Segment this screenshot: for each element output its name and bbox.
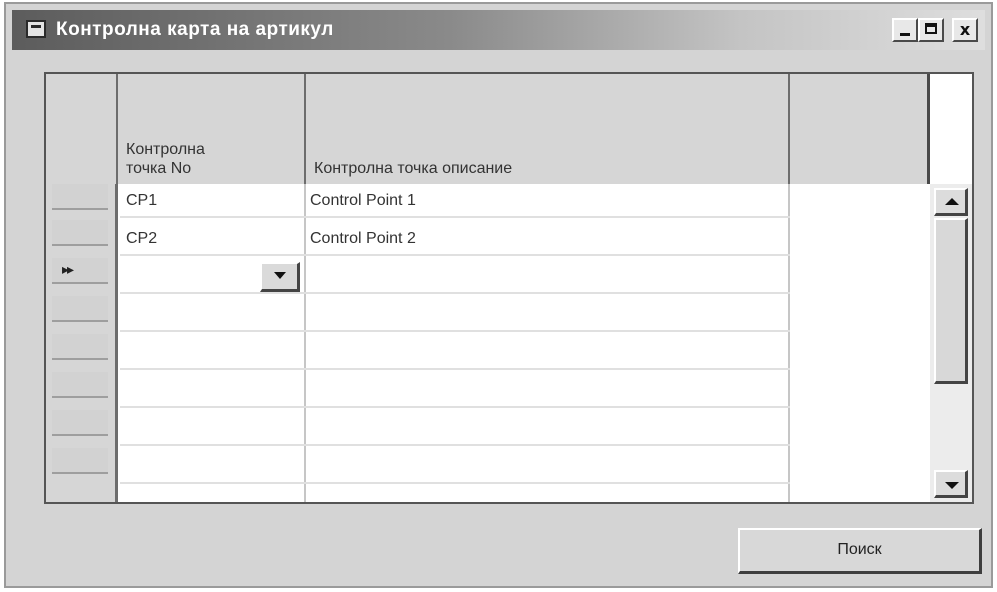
row-selector-column: ▸▸ (46, 184, 118, 502)
cell-point-description[interactable]: Control Point 1 (310, 192, 416, 210)
close-button[interactable]: x (952, 18, 978, 42)
window-app-icon (26, 20, 46, 38)
title-bar[interactable]: Контролна карта на артикул x (12, 10, 985, 50)
row-divider (120, 444, 790, 446)
row-selector-4[interactable] (52, 296, 108, 322)
column-header-point-no-label: Контролна точка No (126, 141, 205, 177)
maximize-button[interactable] (918, 18, 944, 42)
column-header-extra[interactable] (790, 74, 930, 184)
row-selector-1[interactable] (52, 184, 108, 210)
row-selector-6[interactable] (52, 372, 108, 398)
arrow-up-icon (945, 198, 959, 205)
cell-point-no[interactable]: CP2 (126, 230, 157, 248)
column-divider (788, 184, 790, 502)
row-divider (120, 330, 790, 332)
column-header-point-description[interactable]: Контролна точка описание (306, 74, 790, 184)
row-divider (120, 216, 790, 218)
chevron-down-icon (274, 272, 286, 279)
row-selector-5[interactable] (52, 334, 108, 360)
column-header-point-description-label: Контролна точка описание (314, 160, 513, 177)
window-title: Контролна карта на артикул (56, 19, 334, 40)
row-divider (120, 368, 790, 370)
current-row-arrow-icon: ▸▸ (62, 262, 74, 278)
scroll-thumb[interactable] (934, 218, 968, 384)
row-selector-2[interactable] (52, 220, 108, 246)
row-divider (120, 254, 790, 256)
search-button[interactable]: Поиск (738, 528, 982, 574)
row-selector-8[interactable] (52, 448, 108, 474)
scroll-up-button[interactable] (934, 188, 968, 216)
close-icon: x (959, 20, 971, 39)
column-header-point-no[interactable]: Контролна точка No (118, 74, 306, 184)
scroll-down-button[interactable] (934, 470, 968, 498)
arrow-down-icon (945, 482, 959, 489)
point-no-dropdown-button[interactable] (260, 262, 300, 292)
row-divider (120, 292, 790, 294)
row-selector-7[interactable] (52, 410, 108, 436)
control-points-grid: Контролна точка No Контролна точка описа… (44, 72, 974, 504)
row-divider (120, 406, 790, 408)
minimize-icon (900, 33, 910, 36)
row-divider (120, 482, 790, 484)
cell-point-description[interactable]: Control Point 2 (310, 230, 416, 248)
vertical-scrollbar[interactable] (930, 184, 972, 502)
maximize-icon (925, 23, 937, 34)
minimize-button[interactable] (892, 18, 918, 42)
column-divider (304, 184, 306, 502)
control-card-window: Контролна карта на артикул x Контролна т… (4, 2, 993, 588)
row-selector-current[interactable]: ▸▸ (52, 258, 108, 284)
cell-point-no[interactable]: CP1 (126, 192, 157, 210)
row-selector-header[interactable] (46, 74, 118, 184)
